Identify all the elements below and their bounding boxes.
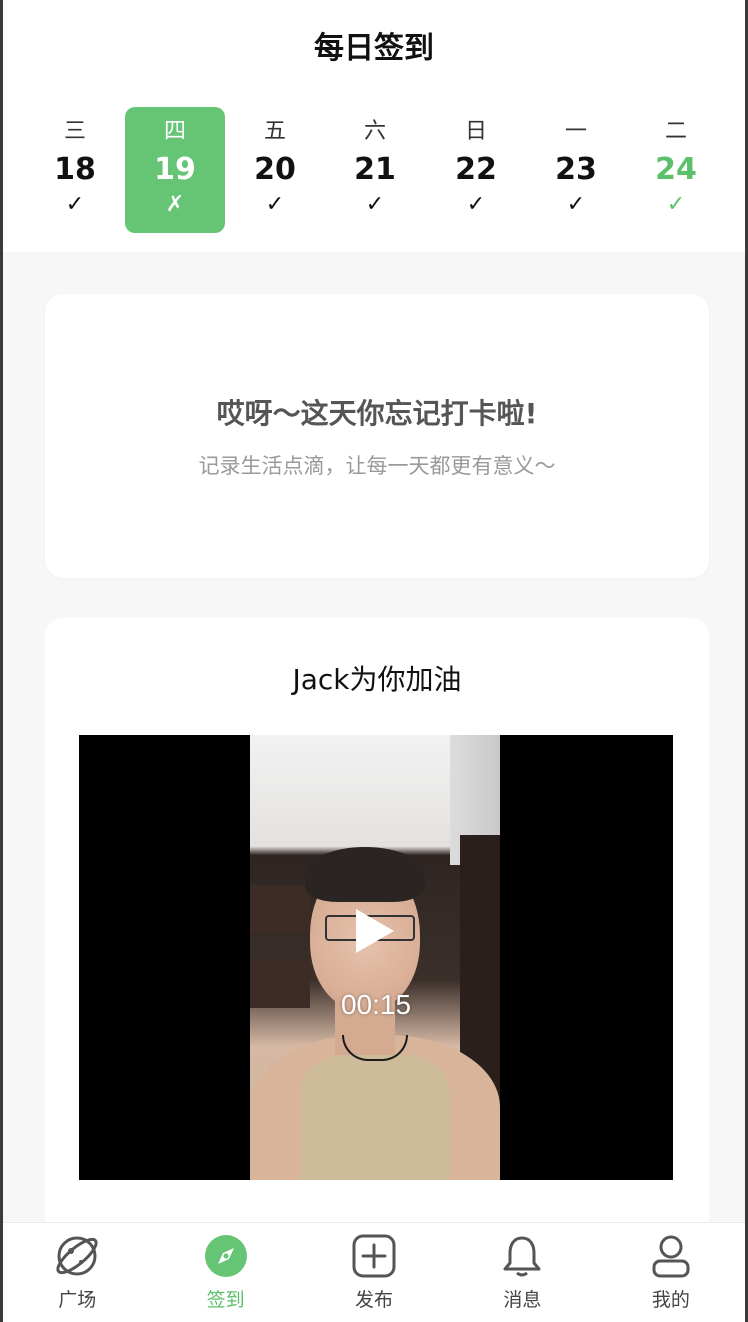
day-weekday: 日 xyxy=(464,119,487,144)
day-date: 19 xyxy=(154,152,196,187)
tab-plaza[interactable]: 广场 xyxy=(3,1223,151,1322)
day-weekday: 二 xyxy=(664,119,687,144)
week-calendar: 三 18 ✓ 四 19 ✗ 五 20 ✓ 六 21 ✓ 日 22 ✓ 一 23 … xyxy=(3,90,745,252)
day-weekday: 一 xyxy=(564,119,587,144)
missed-checkin-card: 哎呀～这天你忘记打卡啦! 记录生活点滴，让每一天都更有意义～ xyxy=(45,294,709,578)
day-weekday: 三 xyxy=(63,119,86,144)
play-icon[interactable] xyxy=(356,909,394,953)
day-date: 18 xyxy=(54,152,96,187)
video-thumbnail xyxy=(250,735,500,1180)
plus-square-icon xyxy=(351,1233,397,1279)
day-date: 20 xyxy=(254,152,296,187)
page-title: 每日签到 xyxy=(314,31,434,66)
check-icon: ✓ xyxy=(666,192,686,217)
day-23[interactable]: 一 23 ✓ xyxy=(526,107,626,233)
bookshelf xyxy=(250,885,310,933)
missed-title: 哎呀～这天你忘记打卡啦! xyxy=(216,397,538,430)
user-icon xyxy=(648,1233,694,1279)
tab-label: 广场 xyxy=(58,1289,97,1311)
check-icon: ✓ xyxy=(566,192,586,217)
check-icon: ✓ xyxy=(365,192,385,217)
day-date: 24 xyxy=(655,152,697,187)
day-date: 21 xyxy=(354,152,396,187)
bottom-tab-bar: 广场 签到 发布 消息 我的 xyxy=(3,1222,745,1322)
tab-checkin[interactable]: 签到 xyxy=(151,1223,299,1322)
compass-icon xyxy=(203,1233,249,1279)
check-icon: ✓ xyxy=(466,192,486,217)
planet-icon xyxy=(54,1233,100,1279)
check-icon: ✓ xyxy=(65,192,85,217)
day-19[interactable]: 四 19 ✗ xyxy=(125,107,225,233)
tab-label: 我的 xyxy=(651,1289,690,1311)
check-icon: ✓ xyxy=(265,192,285,217)
cheer-card: Jack为你加油 00:15 xyxy=(45,618,709,1222)
page-header: 每日签到 xyxy=(3,0,745,90)
cross-icon: ✗ xyxy=(165,192,185,217)
day-weekday: 五 xyxy=(263,119,286,144)
day-24[interactable]: 二 24 ✓ xyxy=(626,107,726,233)
tab-label: 发布 xyxy=(355,1289,394,1311)
tab-publish[interactable]: 发布 xyxy=(300,1223,448,1322)
day-weekday: 四 xyxy=(163,119,186,144)
bell-icon xyxy=(499,1233,545,1279)
day-20[interactable]: 五 20 ✓ xyxy=(225,107,325,233)
day-21[interactable]: 六 21 ✓ xyxy=(325,107,425,233)
day-22[interactable]: 日 22 ✓ xyxy=(426,107,526,233)
day-18[interactable]: 三 18 ✓ xyxy=(25,107,125,233)
tab-label: 消息 xyxy=(503,1289,542,1311)
day-date: 23 xyxy=(555,152,597,187)
missed-subtitle: 记录生活点滴，让每一天都更有意义～ xyxy=(198,454,556,478)
tab-me[interactable]: 我的 xyxy=(597,1223,745,1322)
tab-messages[interactable]: 消息 xyxy=(448,1223,596,1322)
tab-label: 签到 xyxy=(206,1289,245,1311)
cheer-video[interactable]: 00:15 xyxy=(79,735,673,1180)
day-date: 22 xyxy=(455,152,497,187)
day-weekday: 六 xyxy=(363,119,386,144)
video-duration: 00:15 xyxy=(340,989,412,1020)
cheer-title: Jack为你加油 xyxy=(292,663,462,696)
